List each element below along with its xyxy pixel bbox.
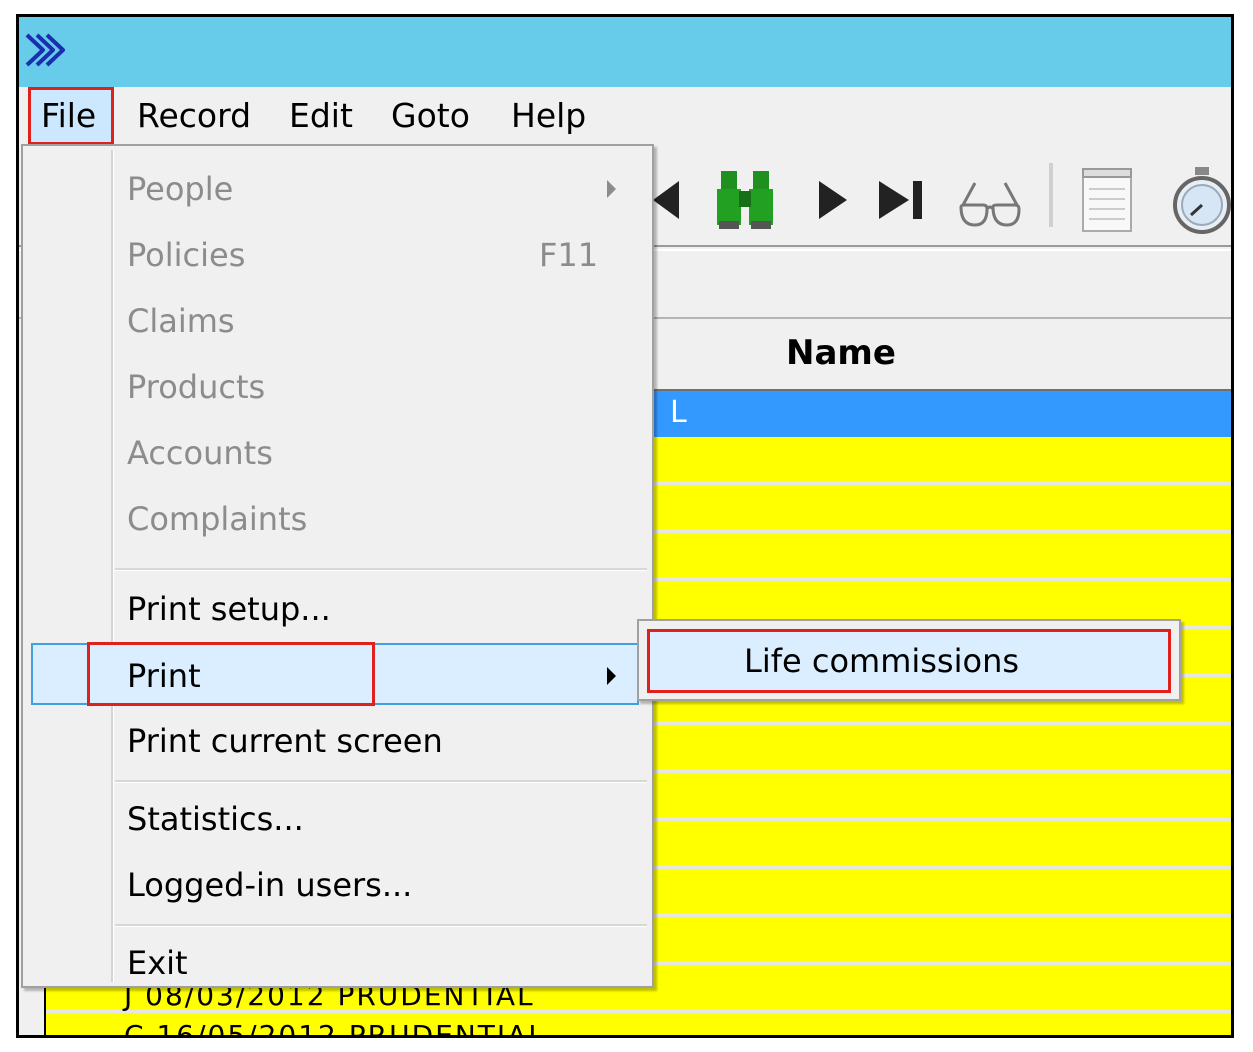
stopwatch-icon[interactable] [1169, 165, 1234, 235]
menu-item-exit[interactable]: Exit [23, 932, 652, 994]
menu-item-claims[interactable]: Claims [23, 290, 652, 352]
menu-item-label: Accounts [127, 434, 273, 472]
menu-item-complaints[interactable]: Complaints [23, 488, 652, 550]
menu-item-label: Products [127, 368, 266, 406]
next-record-icon[interactable] [815, 179, 851, 221]
menu-item-label: Print current screen [127, 722, 443, 760]
menu-item-label: Life commissions [744, 642, 1020, 680]
menu-item-label: Complaints [127, 500, 308, 538]
menu-item-policies[interactable]: Policies F11 [23, 224, 652, 286]
menu-item-print-current-screen[interactable]: Print current screen [23, 710, 652, 772]
menu-item-label: Statistics... [127, 800, 304, 838]
menu-file[interactable]: File [28, 87, 114, 145]
menu-edit[interactable]: Edit [277, 87, 365, 145]
menu-item-label: People [127, 170, 234, 208]
menu-help[interactable]: Help [499, 87, 598, 145]
file-menu-dropdown: People Policies F11 Claims Products Acco… [21, 144, 654, 988]
menu-separator [115, 780, 647, 783]
menu-item-label: Claims [127, 302, 235, 340]
notepad-icon[interactable] [1079, 165, 1135, 233]
title-bar [19, 17, 1231, 87]
table-row[interactable]: C 16/05/2012 PRUDENTIAL [124, 1019, 546, 1035]
glasses-icon[interactable] [957, 177, 1023, 229]
toolbar-separator [1049, 163, 1053, 227]
selected-row-text: L [670, 395, 687, 430]
menu-item-label: Print setup... [127, 590, 331, 628]
menu-item-label: Logged-in users... [127, 866, 413, 904]
menu-bar: File Record Edit Goto Help [19, 87, 1231, 145]
menu-item-products[interactable]: Products [23, 356, 652, 418]
menu-separator [115, 568, 647, 571]
menu-separator [115, 924, 647, 927]
menu-record[interactable]: Record [125, 87, 263, 145]
column-header-name[interactable]: Name [786, 333, 896, 373]
menu-item-accounts[interactable]: Accounts [23, 422, 652, 484]
menu-shortcut: F11 [539, 236, 599, 274]
application-window: File Record Edit Goto Help Name L J 08/0… [16, 14, 1234, 1038]
binoculars-icon[interactable] [713, 167, 777, 231]
menu-item-people[interactable]: People [23, 158, 652, 220]
menu-item-statistics[interactable]: Statistics... [23, 788, 652, 850]
menu-item-print-setup[interactable]: Print setup... [23, 578, 652, 640]
print-submenu: Life commissions [637, 619, 1181, 701]
previous-record-icon[interactable] [649, 179, 683, 221]
menu-item-label: Policies [127, 236, 246, 274]
app-logo-icon [25, 33, 65, 67]
menu-item-life-commissions[interactable]: Life commissions [647, 629, 1171, 693]
print-highlight-box [87, 642, 375, 706]
submenu-arrow-icon [607, 667, 616, 685]
menu-item-logged-in-users[interactable]: Logged-in users... [23, 854, 652, 916]
submenu-arrow-icon [607, 180, 616, 198]
last-record-icon[interactable] [875, 179, 929, 221]
menu-goto[interactable]: Goto [379, 87, 482, 145]
menu-item-label: Exit [127, 944, 188, 982]
